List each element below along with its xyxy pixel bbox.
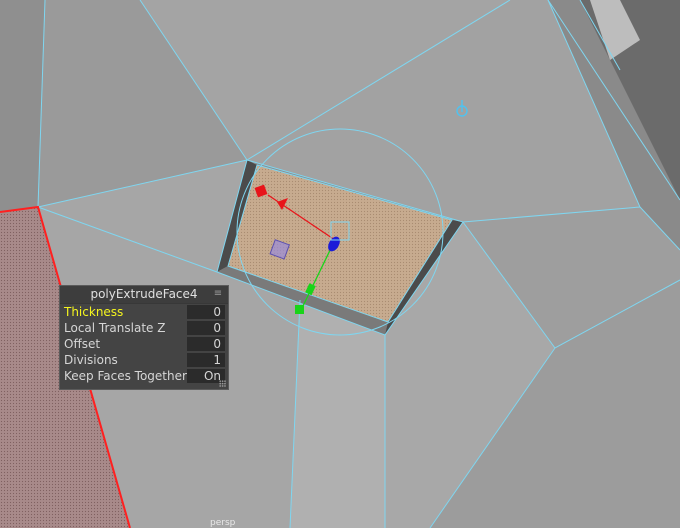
viewport-canvas[interactable] bbox=[0, 0, 680, 528]
thickness-label: Thickness bbox=[64, 305, 124, 319]
row-divisions[interactable]: Divisions 1 bbox=[60, 352, 228, 368]
perspective-viewport[interactable]: polyExtrudeFace4 ≡ Thickness 0 Local Tra… bbox=[0, 0, 680, 528]
divisions-field[interactable]: 1 bbox=[187, 353, 225, 367]
divisions-label: Divisions bbox=[64, 353, 118, 367]
offset-field[interactable]: 0 bbox=[187, 337, 225, 351]
panel-menu-icon[interactable]: ≡ bbox=[213, 286, 223, 303]
panel-title-text: polyExtrudeFace4 bbox=[90, 287, 198, 301]
panel-title: polyExtrudeFace4 ≡ bbox=[60, 286, 228, 304]
thickness-field[interactable]: 0 bbox=[187, 305, 225, 319]
row-local-translate-z[interactable]: Local Translate Z 0 bbox=[60, 320, 228, 336]
row-offset[interactable]: Offset 0 bbox=[60, 336, 228, 352]
local-translate-z-field[interactable]: 0 bbox=[187, 321, 225, 335]
row-thickness[interactable]: Thickness 0 bbox=[60, 304, 228, 320]
local-translate-z-label: Local Translate Z bbox=[64, 321, 166, 335]
row-keep-faces-together[interactable]: Keep Faces Together On bbox=[60, 368, 228, 384]
resize-grip-icon[interactable] bbox=[219, 380, 226, 387]
keep-faces-together-label: Keep Faces Together bbox=[64, 369, 187, 383]
offset-label: Offset bbox=[64, 337, 101, 351]
camera-label: persp bbox=[210, 518, 236, 528]
in-view-editor-panel[interactable]: polyExtrudeFace4 ≡ Thickness 0 Local Tra… bbox=[59, 285, 229, 390]
